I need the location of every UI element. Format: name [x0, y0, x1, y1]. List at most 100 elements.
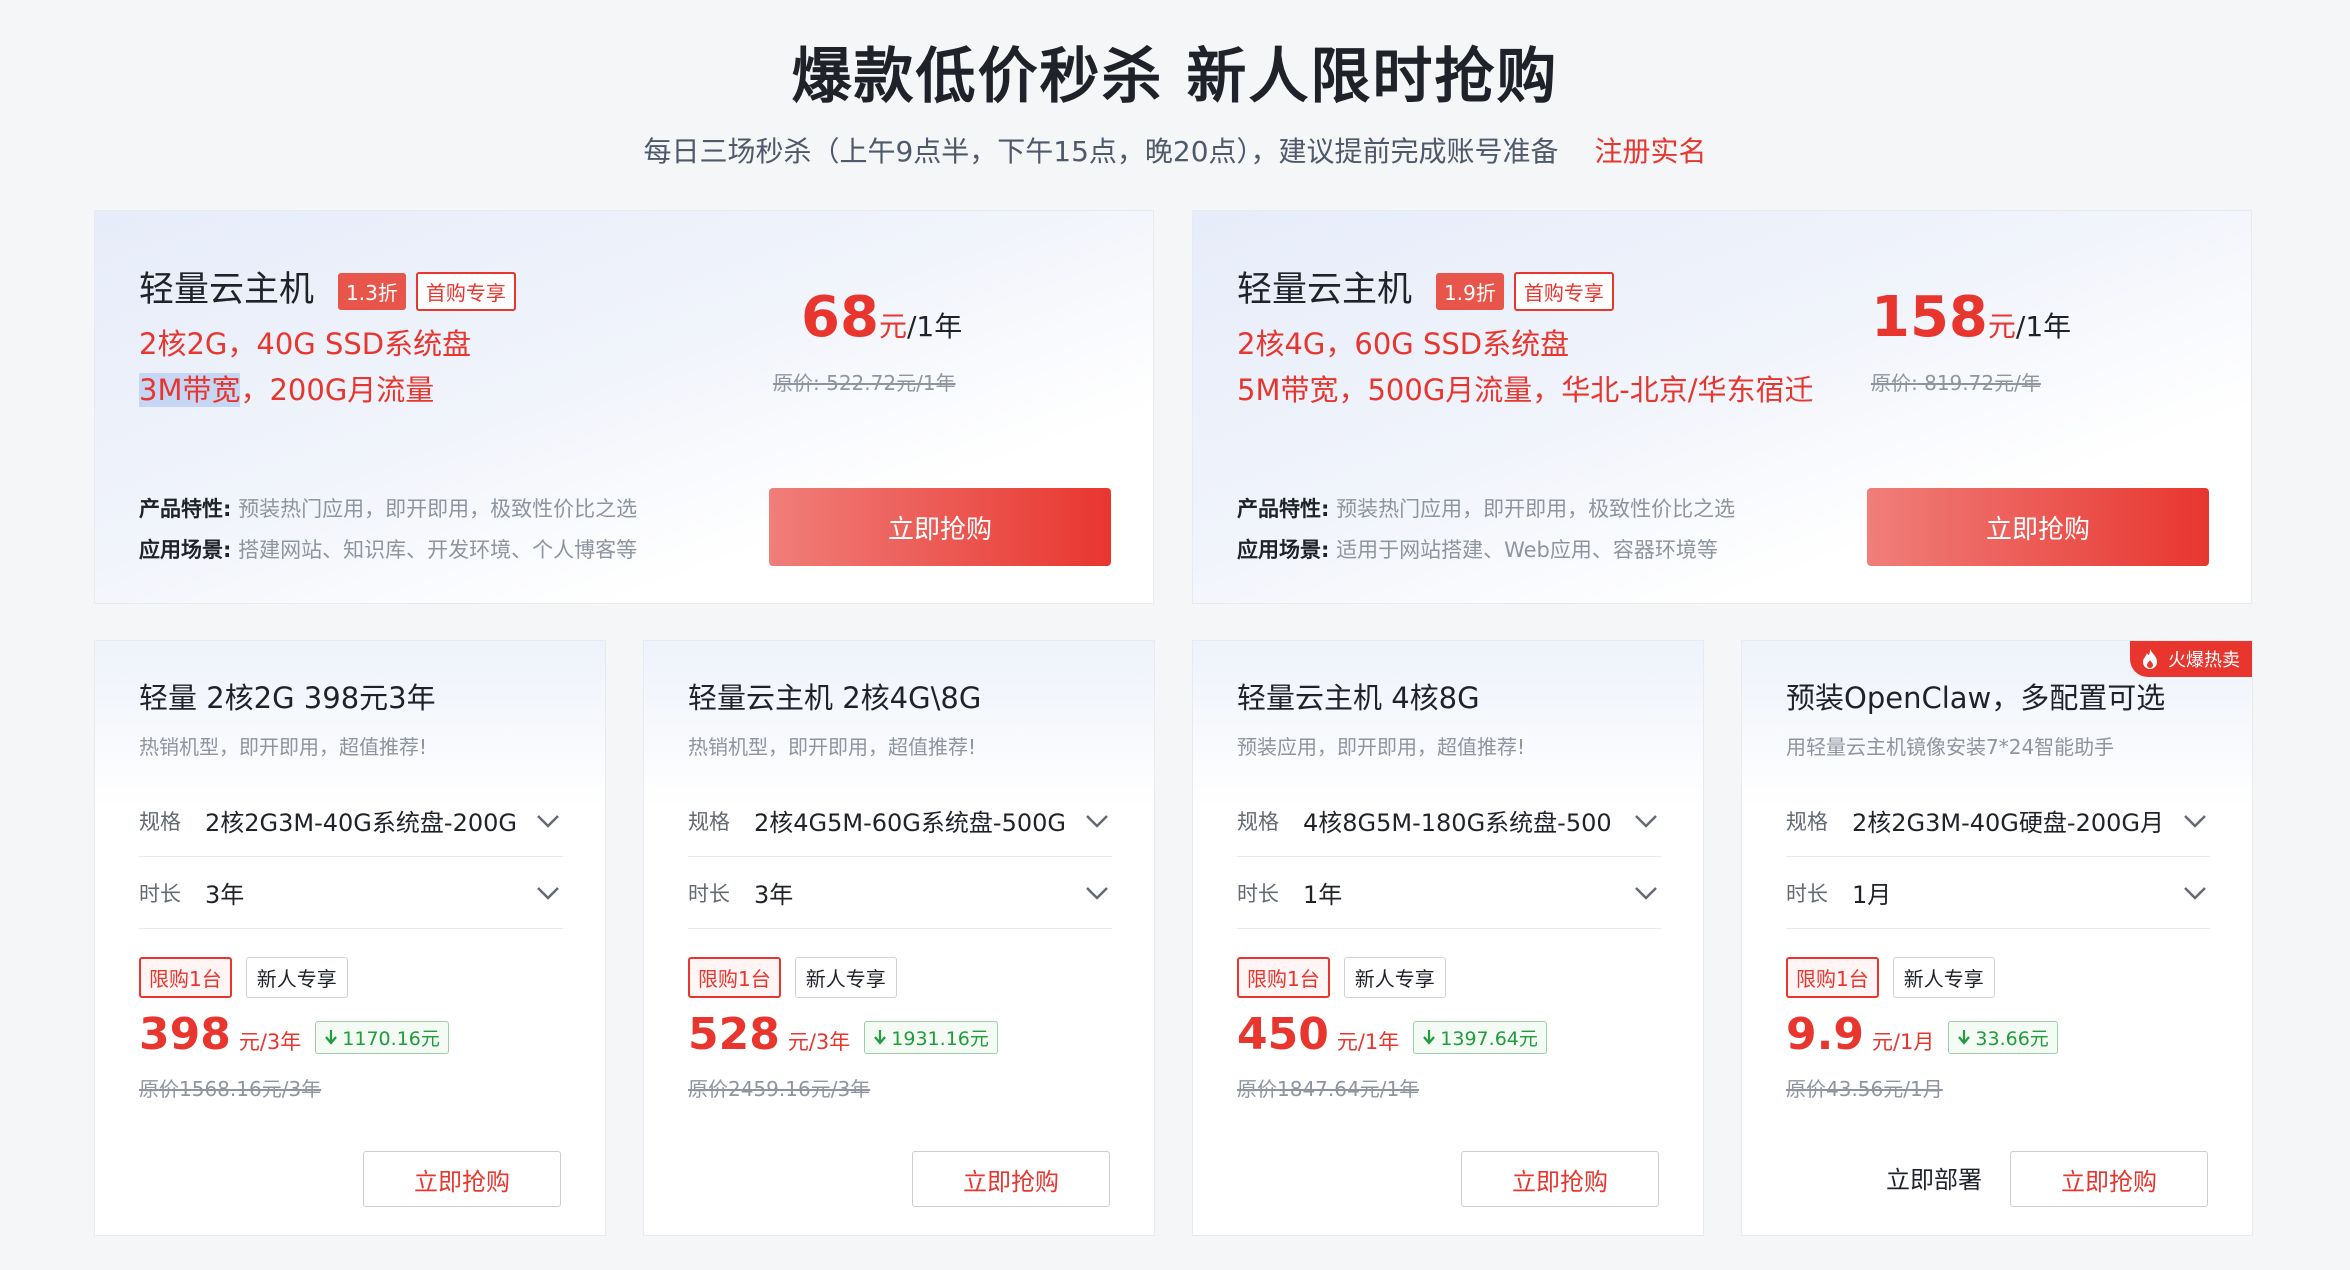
buy-now-button[interactable]: 立即抢购 [363, 1151, 561, 1207]
featured-title-text: 轻量云主机 [139, 270, 315, 310]
product-price: 9.9 元/1月 33.66元 [1786, 1009, 2058, 1060]
duration-value: 1年 [1303, 881, 1343, 909]
product-title: 轻量云主机 4核8G [1237, 681, 1480, 715]
chevron-down-icon [537, 814, 559, 828]
spec-select[interactable]: 规格 4核8G5M-180G系统盘-500 [1237, 785, 1661, 857]
original-price: 原价2459.16元/3年 [688, 1077, 871, 1101]
spec-value: 2核2G3M-40G系统盘-200G [205, 809, 517, 837]
product-card-1: 轻量 2核2G 398元3年 热销机型，即开即用，超值推荐! 规格 2核2G3M… [94, 640, 606, 1236]
chevron-down-icon [1635, 814, 1657, 828]
spec-line-2: 3M带宽，200G月流量 [139, 367, 434, 409]
savings-badge: 1931.16元 [864, 1020, 998, 1054]
arrow-down-icon [874, 1030, 887, 1045]
page-title: 爆款低价秒杀 新人限时抢购 [791, 42, 1559, 112]
price-number: 450 [1237, 1009, 1329, 1060]
product-desc: 热销机型，即开即用，超值推荐! [139, 735, 428, 759]
discount-badge: 1.3折 [338, 272, 406, 310]
duration-value: 3年 [205, 881, 245, 909]
savings-text: 1170.16元 [342, 1027, 440, 1050]
spec-select[interactable]: 规格 2核2G3M-40G硬盘-200G月 [1786, 785, 2210, 857]
price-number: 528 [688, 1009, 780, 1060]
buy-now-button[interactable]: 立即抢购 [1867, 488, 2209, 566]
savings-badge: 1170.16元 [315, 1020, 449, 1054]
product-desc: 热销机型，即开即用，超值推荐! [688, 735, 977, 759]
savings-badge: 33.66元 [1948, 1020, 2058, 1054]
duration-select[interactable]: 时长 3年 [688, 857, 1112, 929]
badges: 限购1台 新人专享 [688, 957, 897, 998]
scenes-label: 应用场景: [1237, 538, 1330, 562]
price-number: 68 [801, 285, 879, 350]
product-card-2: 轻量云主机 2核4G\8G 热销机型，即开即用，超值推荐! 规格 2核4G5M-… [643, 640, 1155, 1236]
spec-value: 4核8G5M-180G系统盘-500 [1303, 809, 1612, 837]
buy-now-button[interactable]: 立即抢购 [912, 1151, 1110, 1207]
product-card-4: 火爆热卖 预装OpenClaw，多配置可选 用轻量云主机镜像安装7*24智能助手… [1741, 640, 2253, 1236]
register-link[interactable]: 注册实名 [1595, 135, 1707, 168]
duration-label: 时长 [139, 881, 181, 906]
hot-sale-ribbon: 火爆热卖 [2130, 641, 2252, 677]
product-scenes: 应用场景: 搭建网站、知识库、开发环境、个人博客等 [139, 534, 637, 564]
badges: 限购1台 新人专享 [1786, 957, 1995, 998]
duration-select[interactable]: 时长 1月 [1786, 857, 2210, 929]
spec-value: 2核4G5M-60G系统盘-500G [754, 809, 1066, 837]
original-price: 原价: 522.72元/1年 [773, 371, 956, 395]
spec-label: 规格 [688, 809, 730, 834]
price-unit: 元 [878, 310, 907, 343]
first-purchase-badge: 首购专享 [415, 271, 516, 311]
product-price: 450 元/1年 1397.64元 [1237, 1009, 1547, 1060]
deploy-now-link[interactable]: 立即部署 [1886, 1160, 1982, 1195]
spec-select[interactable]: 规格 2核2G3M-40G系统盘-200G [139, 785, 563, 857]
chevron-down-icon [1086, 814, 1108, 828]
scenes-text: 适用于网站搭建、Web应用、容器环境等 [1336, 538, 1718, 562]
badges: 限购1台 新人专享 [1237, 957, 1446, 998]
features-label: 产品特性: [139, 497, 232, 521]
new-user-badge: 新人专享 [794, 957, 897, 998]
savings-text: 1931.16元 [891, 1027, 989, 1050]
product-card-3: 轻量云主机 4核8G 预装应用，即开即用，超值推荐! 规格 4核8G5M-180… [1192, 640, 1704, 1236]
price-period: 元/1年 [1336, 1030, 1400, 1054]
savings-text: 1397.64元 [1440, 1027, 1538, 1050]
limit-badge: 限购1台 [1786, 957, 1879, 998]
savings-text: 33.66元 [1975, 1027, 2049, 1050]
price-number: 158 [1871, 285, 1988, 350]
duration-select[interactable]: 时长 1年 [1237, 857, 1661, 929]
product-desc: 用轻量云主机镜像安装7*24智能助手 [1786, 735, 2115, 759]
featured-title-text: 轻量云主机 [1237, 270, 1413, 310]
duration-label: 时长 [688, 881, 730, 906]
duration-select[interactable]: 时长 3年 [139, 857, 563, 929]
scenes-label: 应用场景: [139, 538, 232, 562]
original-price: 原价1568.16元/3年 [139, 1077, 322, 1101]
flame-icon [2143, 649, 2157, 669]
hot-sale-text: 火爆热卖 [2168, 650, 2240, 671]
spec-line-1: 2核4G，60G SSD系统盘 [1237, 327, 1570, 361]
product-title: 预装OpenClaw，多配置可选 [1786, 681, 2166, 715]
featured-price: 158元/1年 [1871, 285, 2071, 350]
price-period: 元/3年 [787, 1030, 851, 1054]
buy-now-button[interactable]: 立即抢购 [769, 488, 1111, 566]
price-period: 元/1月 [1871, 1030, 1935, 1054]
chevron-down-icon [2184, 886, 2206, 900]
limit-badge: 限购1台 [139, 957, 232, 998]
price-number: 9.9 [1786, 1009, 1864, 1060]
arrow-down-icon [325, 1030, 338, 1045]
product-price: 398 元/3年 1170.16元 [139, 1009, 449, 1060]
buy-now-button[interactable]: 立即抢购 [1461, 1151, 1659, 1207]
featured-title: 轻量云主机 1.9折 首购专享 [1237, 261, 1614, 312]
new-user-badge: 新人专享 [1343, 957, 1446, 998]
arrow-down-icon [1423, 1030, 1436, 1045]
buy-now-button[interactable]: 立即抢购 [2010, 1151, 2208, 1207]
discount-badge: 1.9折 [1436, 272, 1504, 310]
price-number: 398 [139, 1009, 231, 1060]
duration-value: 3年 [754, 881, 794, 909]
product-features: 产品特性: 预装热门应用，即开即用，极致性价比之选 [139, 493, 637, 523]
spec-label: 规格 [139, 809, 181, 834]
chevron-down-icon [537, 886, 559, 900]
price-period: 元/3年 [238, 1030, 302, 1054]
original-price: 原价: 819.72元/年 [1871, 371, 2041, 395]
duration-label: 时长 [1786, 881, 1828, 906]
spec-line-2: 5M带宽，500G月流量，华北-北京/华东宿迁 [1237, 373, 1814, 407]
new-user-badge: 新人专享 [245, 957, 348, 998]
spec-select[interactable]: 规格 2核4G5M-60G系统盘-500G [688, 785, 1112, 857]
arrow-down-icon [1958, 1030, 1971, 1045]
duration-label: 时长 [1237, 881, 1279, 906]
features-label: 产品特性: [1237, 497, 1330, 521]
